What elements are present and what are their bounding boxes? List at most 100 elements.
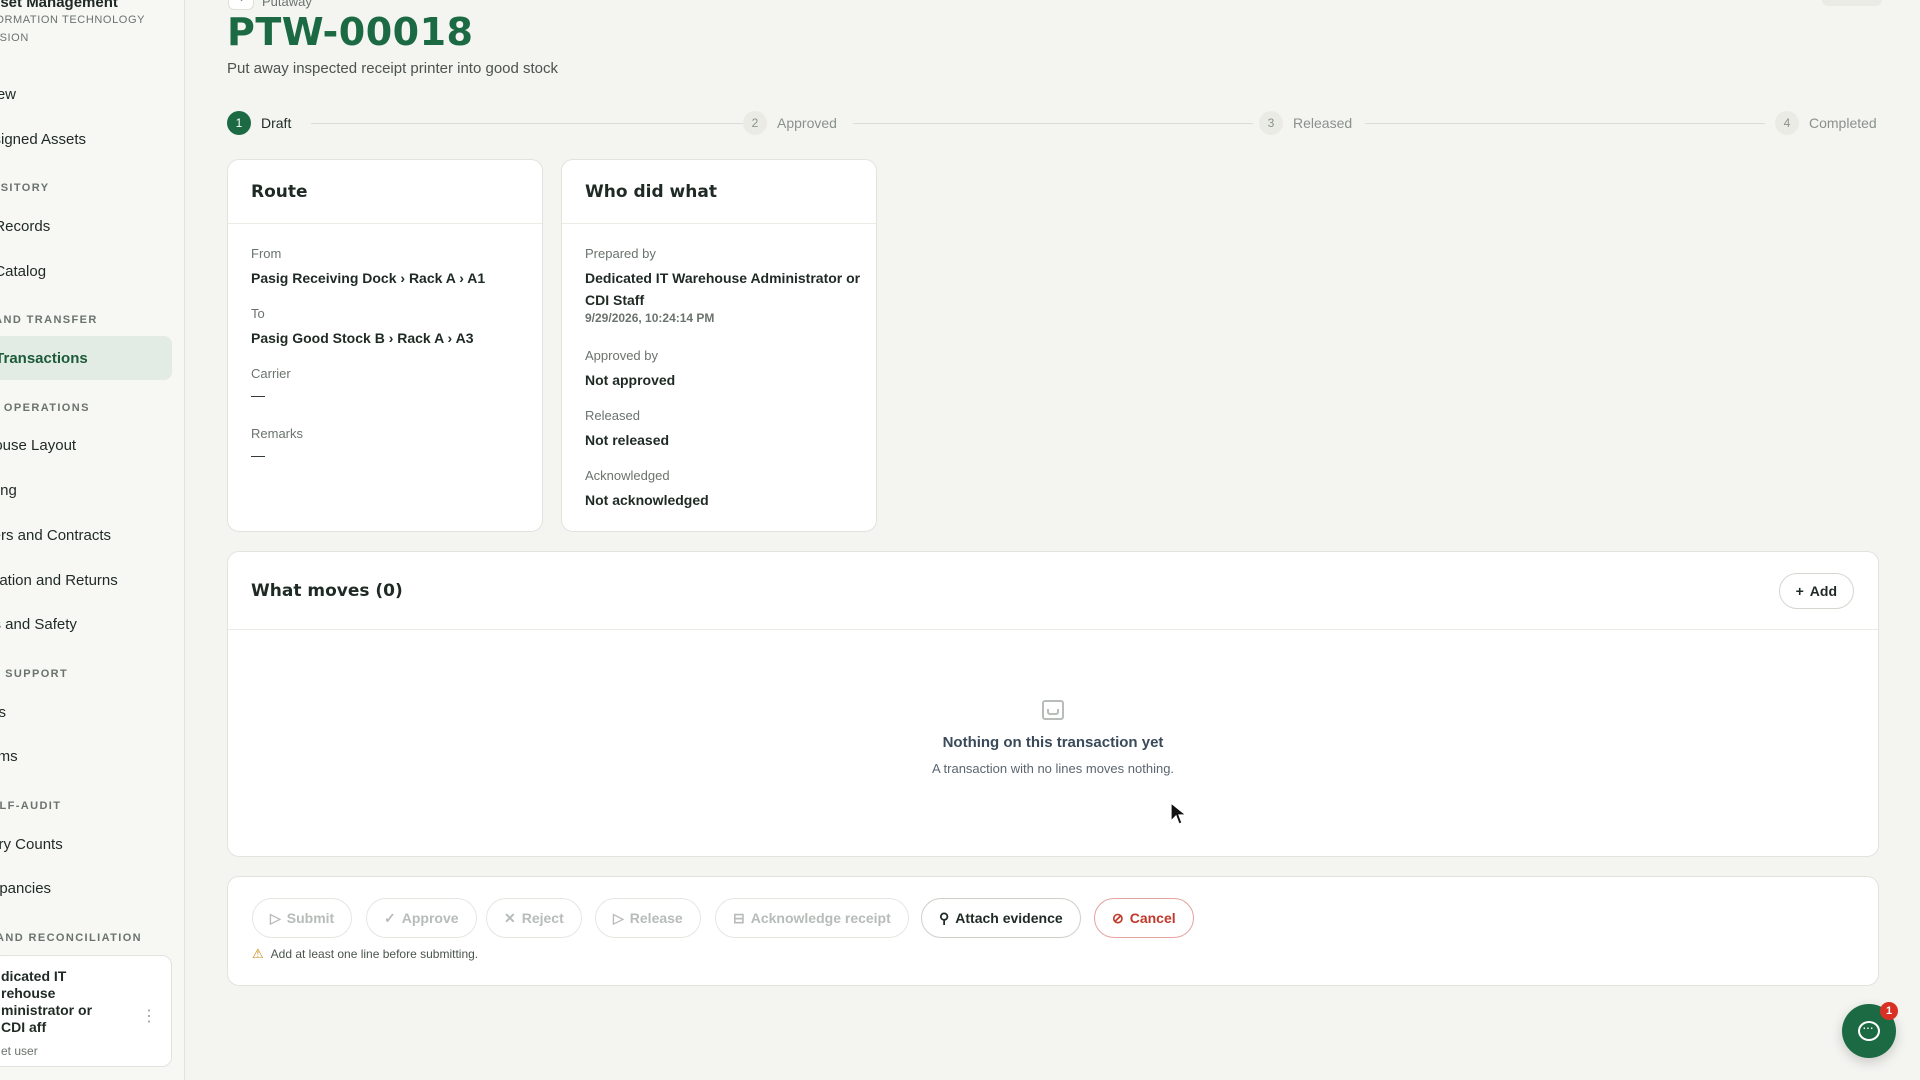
who-did-what-card: Who did what Prepared by Dedicated IT Wa…	[561, 159, 877, 532]
sidebar-section-help-support: ND SUPPORT	[0, 668, 69, 680]
route-carrier: Carrier —	[251, 366, 291, 403]
sidebar-item-tickets[interactable]: ets	[0, 690, 172, 734]
released-by: Released Not released	[585, 408, 669, 451]
sidebar-item-asset-catalog[interactable]: t Catalog	[0, 249, 172, 293]
prepared-timestamp: 9/29/2026, 10:24:14 PM	[585, 311, 715, 325]
more-vertical-icon[interactable]: ⋮	[141, 1006, 157, 1026]
submit-button[interactable]: ▷ Submit	[252, 898, 353, 938]
step-draft: 1 Draft	[227, 111, 291, 135]
send-icon: ▷	[613, 909, 624, 926]
sidebar-item-overview[interactable]: view	[0, 72, 172, 116]
prepared-by-value: Dedicated IT Warehouse Administrator or …	[585, 270, 861, 308]
who-card-title: Who did what	[562, 160, 876, 224]
back-arrow-icon[interactable]: ‹	[228, 0, 254, 10]
field-label: Remarks	[251, 426, 304, 441]
route-from: From Pasig Receiving Dock › Rack A › A1	[251, 246, 485, 289]
step-approved: 2 Approved	[743, 111, 837, 135]
sidebar-item-label: t Transactions	[0, 349, 88, 367]
sidebar-item-asset-transactions[interactable]: t Transactions	[0, 336, 172, 380]
sidebar-item-label: ets	[0, 704, 6, 721]
approve-button[interactable]: ✓ Approve	[366, 898, 477, 938]
field-label: Carrier	[251, 366, 291, 381]
acknowledge-receipt-button[interactable]: ⊟ Acknowledge receipt	[715, 898, 909, 938]
sidebar-item-access-safety[interactable]: ss and Safety	[0, 602, 172, 646]
sidebar: sset Management FORMATION TECHNOLOGY VIS…	[0, 0, 185, 1080]
step-number: 1	[227, 111, 251, 135]
field-label: Approved by	[585, 348, 658, 363]
page-subtitle: Put away inspected receipt printer into …	[227, 60, 559, 77]
approve-label: Approve	[401, 910, 459, 926]
chat-icon	[1858, 1019, 1880, 1041]
approved-by: Approved by Not approved	[585, 348, 675, 391]
released-value: Not released	[585, 432, 670, 448]
sidebar-item-inventory-counts[interactable]: tory Counts	[0, 822, 172, 866]
step-number: 4	[1775, 111, 1799, 135]
cancel-button[interactable]: ⊘ Cancel	[1094, 898, 1194, 938]
route-card-title: Route	[228, 160, 542, 224]
check-icon: ✓	[384, 909, 396, 926]
release-label: Release	[629, 910, 683, 926]
sidebar-item-label: iving	[0, 481, 17, 499]
acknowledge-label: Acknowledge receipt	[750, 910, 891, 926]
step-connector	[853, 123, 1253, 124]
paperclip-icon: ⚲	[939, 909, 950, 926]
step-number: 3	[1259, 111, 1283, 135]
sidebar-item-discrepancies[interactable]: repancies	[0, 866, 172, 910]
sidebar-item-receiving[interactable]: iving	[0, 468, 172, 512]
header-action-button[interactable]	[1822, 0, 1882, 6]
box-icon: ⊟	[733, 909, 745, 926]
step-number: 2	[743, 111, 767, 135]
step-label: Completed	[1809, 115, 1877, 131]
user-card[interactable]: dicated IT rehouse ministrator or CDI af…	[0, 955, 172, 1067]
sidebar-item-label: ssigned Assets	[0, 130, 87, 148]
attach-evidence-button[interactable]: ⚲ Attach evidence	[921, 898, 1081, 938]
mouse-cursor-icon	[1170, 802, 1188, 825]
warning-icon: ⚠	[252, 946, 264, 961]
empty-state-title: Nothing on this transaction yet	[942, 734, 1164, 751]
sidebar-section-warehouse-operations: SE OPERATIONS	[0, 402, 90, 414]
what-moves-title: What moves (0)	[228, 552, 1878, 630]
sidebar-item-separation-returns[interactable]: aration and Returns	[0, 558, 172, 602]
step-label: Draft	[261, 115, 292, 131]
sidebar-section-self-audit: SELF-AUDIT	[0, 800, 62, 812]
route-to: To Pasig Good Stock B › Rack A › A3	[251, 306, 474, 349]
submit-label: Submit	[286, 910, 335, 926]
brand-title: sset Management	[0, 0, 118, 11]
sidebar-item-label: liers and Contracts	[0, 526, 112, 544]
sidebar-item-label: t Catalog	[0, 262, 47, 280]
field-label: To	[251, 306, 265, 321]
sidebar-item-label: repancies	[0, 879, 52, 897]
actions-card: ▷ Submit ✓ Approve ✕ Reject ▷ Release ⊟ …	[227, 876, 1879, 986]
sidebar-item-problems[interactable]: lems	[0, 734, 172, 778]
add-line-button[interactable]: + Add	[1778, 573, 1854, 609]
acknowledged-by: Acknowledged Not acknowledged	[585, 468, 709, 511]
page-title: PTW-00018	[227, 10, 474, 54]
sidebar-item-assigned-assets[interactable]: ssigned Assets	[0, 117, 172, 161]
field-label: From	[251, 246, 282, 261]
step-connector	[311, 123, 755, 124]
reject-button[interactable]: ✕ Reject	[486, 898, 582, 938]
send-icon: ▷	[270, 909, 281, 926]
release-button[interactable]: ▷ Release	[595, 898, 701, 938]
step-connector	[1365, 123, 1765, 124]
route-from-value: Pasig Receiving Dock › Rack A › A1	[251, 270, 486, 286]
route-card: Route From Pasig Receiving Dock › Rack A…	[227, 159, 543, 532]
ban-icon: ⊘	[1112, 909, 1124, 926]
sidebar-item-suppliers-contracts[interactable]: liers and Contracts	[0, 513, 172, 557]
reject-label: Reject	[521, 910, 564, 926]
submit-warning: ⚠ Add at least one line before submittin…	[252, 946, 478, 962]
field-label: Released	[585, 408, 640, 423]
step-label: Approved	[777, 115, 837, 131]
sidebar-item-label: ss and Safety	[0, 615, 77, 633]
prepared-by: Prepared by Dedicated IT Warehouse Admin…	[585, 246, 865, 325]
field-label: Prepared by	[585, 246, 656, 261]
sidebar-item-label: lems	[0, 747, 18, 765]
brand-subtitle: FORMATION TECHNOLOGY VISION	[0, 14, 145, 44]
sidebar-item-label: view	[0, 85, 17, 103]
route-remarks-value: —	[251, 447, 265, 463]
sidebar-item-asset-records[interactable]: t Records	[0, 204, 172, 248]
breadcrumb[interactable]: Putaway	[262, 0, 312, 9]
sidebar-item-warehouse-layout[interactable]: house Layout	[0, 423, 172, 467]
status-stepper: 1 Draft 2 Approved 3 Released 4 Complete…	[227, 111, 1879, 137]
empty-state-subtitle: A transaction with no lines moves nothin…	[931, 761, 1175, 776]
